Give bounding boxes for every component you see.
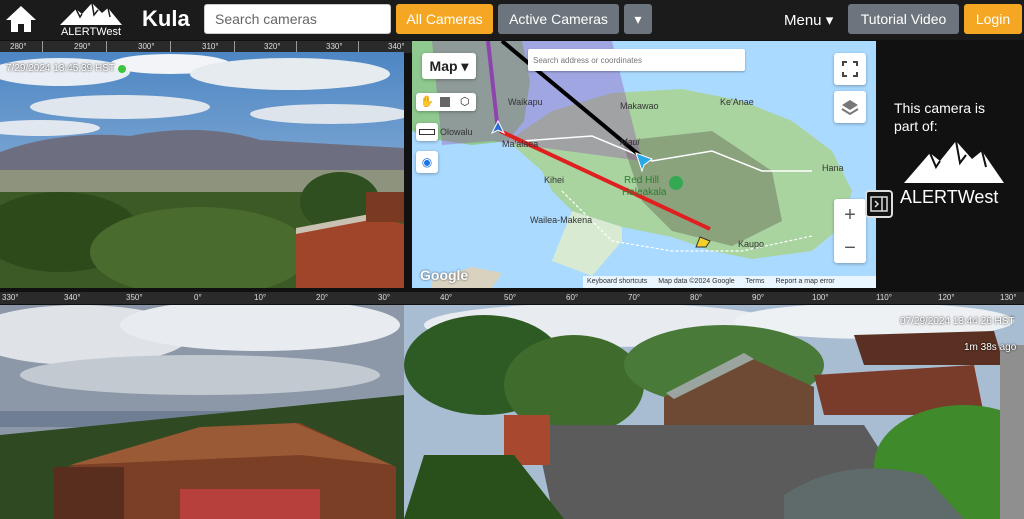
home-icon[interactable] [4, 4, 38, 34]
compass-tick: 20° [316, 293, 329, 302]
live-status-dot [118, 65, 126, 73]
map-label: Ke'Anae [720, 97, 754, 107]
map-data-text: Map data ©2024 Google [658, 278, 735, 285]
compass-tick: 50° [504, 293, 517, 302]
panorama-right-view[interactable]: 07/29/2024 13:44:26 HST 1m 38s ago [404, 305, 1024, 519]
compass-tick: 110° [876, 293, 892, 302]
panorama-left-view[interactable] [0, 305, 404, 519]
compass-tick: 130° [1000, 293, 1017, 302]
compass-tick: 0° [194, 293, 202, 302]
menu-dropdown[interactable]: Menu ▾ [784, 11, 833, 29]
map-panel[interactable]: Map ▾ ✋ ⬡ ◉ + − Waikapu Olowalu Ma'alaea… [412, 41, 876, 288]
map-label: Kaupo [738, 239, 765, 249]
compass-tick: 330° [2, 293, 19, 302]
cameras-dropdown-button[interactable]: ▾ [624, 4, 652, 34]
compass-tick: 350° [126, 293, 143, 302]
all-cameras-button[interactable]: All Cameras [396, 4, 493, 34]
zoom-out-button[interactable]: − [834, 233, 866, 263]
compass-tick: 40° [440, 293, 453, 302]
right-camera-timestamp: 07/29/2024 13:44:26 HST [900, 316, 1015, 327]
login-button[interactable]: Login [964, 4, 1022, 34]
rectangle-icon[interactable] [440, 97, 450, 107]
tutorial-video-button[interactable]: Tutorial Video [848, 4, 959, 34]
side-logo-text: ALERTWest [900, 187, 999, 207]
collapse-panel-icon[interactable] [865, 190, 893, 218]
main-camera-view[interactable]: 7/29/2024 13:45:39 HST [0, 52, 404, 288]
map-label: Ma'alaea [502, 139, 539, 149]
map-label: Waikapu [508, 97, 543, 107]
compass-tick: 100° [812, 293, 829, 302]
compass-strip-bottom: 330° 340° 350° 0° 10° 20° 30° 40° 50° 60… [0, 292, 1024, 304]
compass-tick: 80° [690, 293, 703, 302]
layers-icon[interactable] [834, 91, 866, 123]
google-logo: Google [420, 267, 469, 283]
alertwest-side-logo[interactable] [900, 139, 1008, 190]
map-label: Makawao [620, 101, 659, 111]
main-camera-timestamp: 7/29/2024 13:45:39 HST [6, 63, 115, 74]
side-panel: This camera is part of: ALERTWest [876, 41, 1024, 288]
side-panel-text: This camera is part of: [894, 100, 986, 134]
fullscreen-icon[interactable] [834, 53, 866, 85]
compass-tick: 60° [566, 293, 579, 302]
map-search-input[interactable] [528, 49, 745, 71]
ruler-icon[interactable] [416, 123, 438, 141]
compass-tick: 340° [64, 293, 81, 302]
top-bar: ALERTWest Kula All Cameras Active Camera… [0, 0, 1024, 40]
active-cameras-button[interactable]: Active Cameras [498, 4, 619, 34]
search-input[interactable] [204, 4, 391, 34]
page-title: Kula [142, 6, 190, 31]
keyboard-shortcuts-link[interactable]: Keyboard shortcuts [587, 278, 647, 285]
map-label: Kihei [544, 175, 565, 185]
zoom-controls: + − [834, 199, 866, 263]
drawing-tools: ✋ ⬡ [416, 93, 476, 111]
map-label: Red Hill [624, 175, 660, 186]
map-label: Hana [822, 163, 844, 173]
polygon-icon[interactable]: ⬡ [460, 95, 470, 108]
logo-text: ALERTWest [60, 26, 122, 38]
right-camera-age: 1m 38s ago [964, 342, 1017, 353]
map-label: Haleakala [622, 187, 667, 198]
map-label: Wailea-Makena [530, 215, 593, 225]
compass-tick: 120° [938, 293, 955, 302]
compass-tick: 70° [628, 293, 641, 302]
compass-tick: 90° [752, 293, 765, 302]
zoom-in-button[interactable]: + [834, 199, 866, 231]
compass-tick: 30° [378, 293, 391, 302]
location-icon[interactable]: ◉ [416, 151, 438, 173]
terms-link[interactable]: Terms [745, 278, 764, 285]
hand-icon[interactable]: ✋ [420, 95, 434, 108]
report-error-link[interactable]: Report a map error [776, 278, 835, 285]
compass-tick: 10° [254, 293, 267, 302]
map-label: Olowalu [440, 127, 473, 137]
map-label: Maui [620, 137, 640, 147]
alertwest-logo[interactable]: ALERTWest [56, 1, 126, 39]
map-attribution: Keyboard shortcuts Map data ©2024 Google… [583, 276, 876, 288]
map-type-button[interactable]: Map ▾ [422, 53, 476, 79]
